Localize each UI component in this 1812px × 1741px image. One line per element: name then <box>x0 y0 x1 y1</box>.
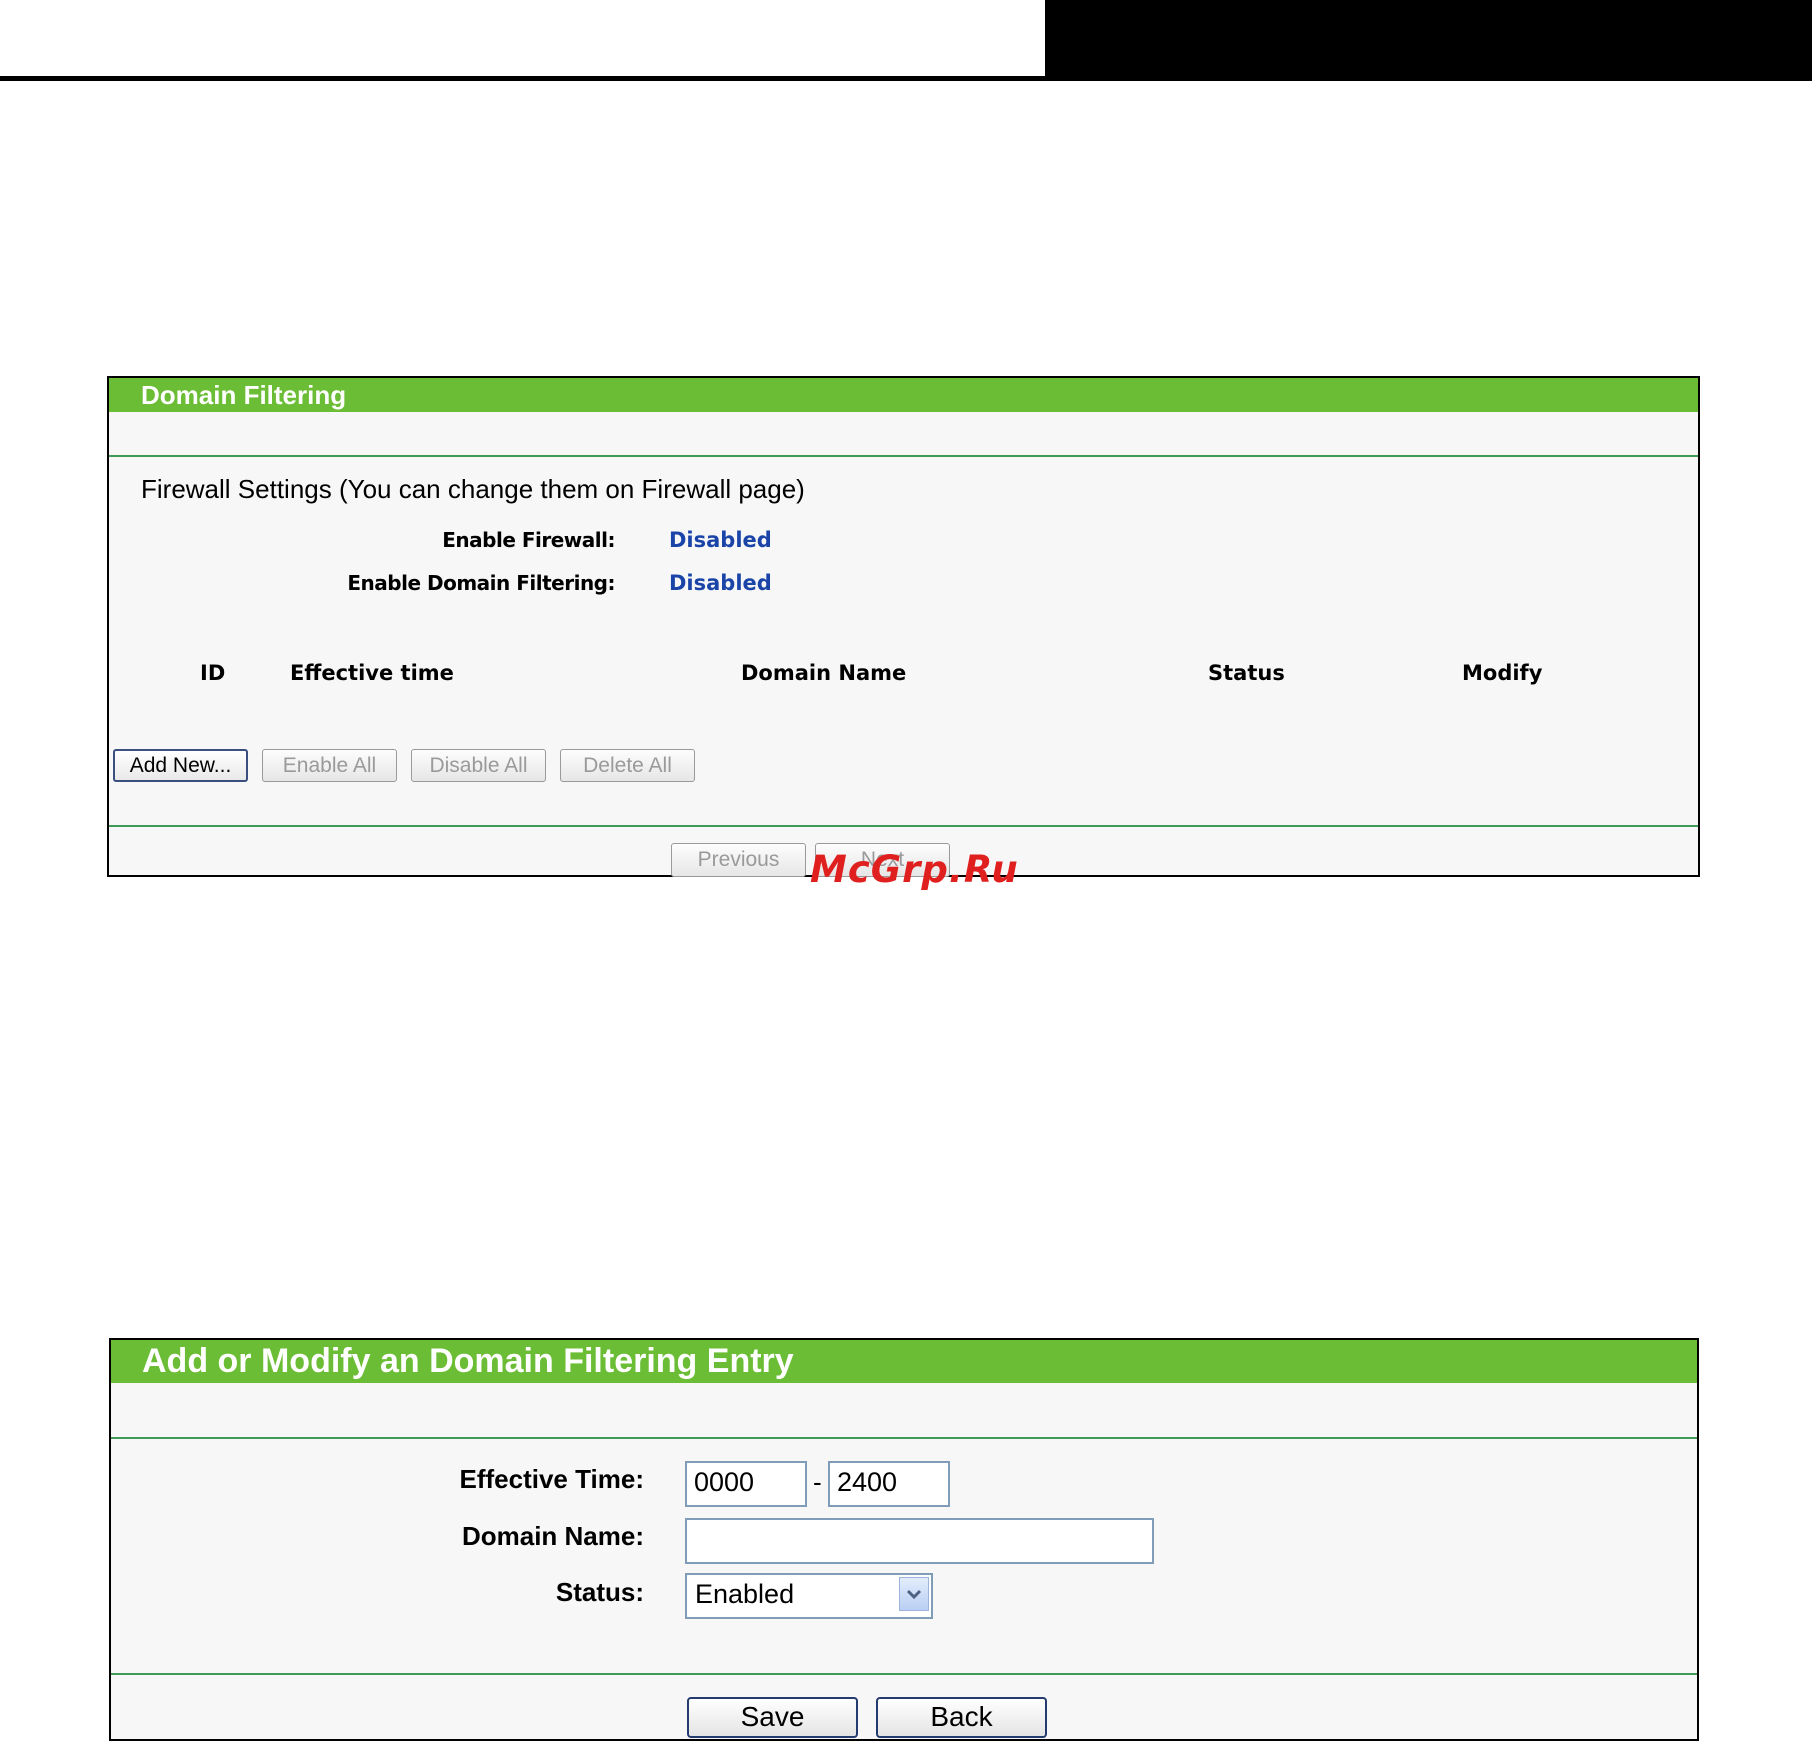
divider <box>109 825 1698 827</box>
disable-all-button[interactable]: Disable All <box>411 749 546 782</box>
back-button[interactable]: Back <box>876 1697 1047 1738</box>
enable-firewall-value: Disabled <box>669 528 772 552</box>
column-header-domain-name: Domain Name <box>741 661 907 685</box>
panel-title: Add or Modify an Domain Filtering Entry <box>111 1340 1697 1383</box>
divider <box>111 1673 1697 1675</box>
firewall-settings-heading: Firewall Settings (You can change them o… <box>141 474 805 504</box>
previous-button[interactable]: Previous <box>671 843 806 877</box>
save-button[interactable]: Save <box>687 1697 858 1738</box>
panel-title: Domain Filtering <box>109 378 1698 412</box>
effective-time-end-input[interactable]: 2400 <box>828 1461 950 1507</box>
watermark: McGrp.Ru <box>810 848 1019 891</box>
column-header-modify: Modify <box>1462 661 1543 685</box>
chevron-down-icon[interactable] <box>899 1577 929 1611</box>
enable-all-button[interactable]: Enable All <box>262 749 397 782</box>
column-header-status: Status <box>1208 661 1285 685</box>
effective-time-start-input[interactable]: 0000 <box>685 1461 807 1507</box>
header-rule <box>0 76 1812 81</box>
enable-firewall-label: Enable Firewall: <box>442 528 615 552</box>
effective-time-label: Effective Time: <box>459 1464 644 1494</box>
domain-name-label: Domain Name: <box>461 1521 644 1551</box>
time-separator: - <box>813 1467 822 1497</box>
divider <box>111 1437 1697 1439</box>
status-select[interactable]: Enabled <box>685 1573 933 1619</box>
header-left <box>0 0 1045 76</box>
status-label: Status: <box>555 1577 644 1607</box>
column-header-id: ID <box>200 661 226 685</box>
enable-domain-filtering-value: Disabled <box>669 571 772 595</box>
domain-name-input[interactable] <box>685 1518 1154 1564</box>
status-select-value: Enabled <box>695 1579 795 1609</box>
delete-all-button[interactable]: Delete All <box>560 749 695 782</box>
enable-domain-filtering-label: Enable Domain Filtering: <box>347 571 615 595</box>
domain-filtering-panel: Domain Filtering Firewall Settings (You … <box>107 376 1700 877</box>
add-modify-entry-panel: Add or Modify an Domain Filtering Entry … <box>109 1338 1699 1741</box>
divider <box>109 455 1698 457</box>
header-black-bar <box>1045 0 1812 76</box>
column-header-effective-time: Effective time <box>290 661 454 685</box>
add-new-button[interactable]: Add New... <box>113 749 248 782</box>
